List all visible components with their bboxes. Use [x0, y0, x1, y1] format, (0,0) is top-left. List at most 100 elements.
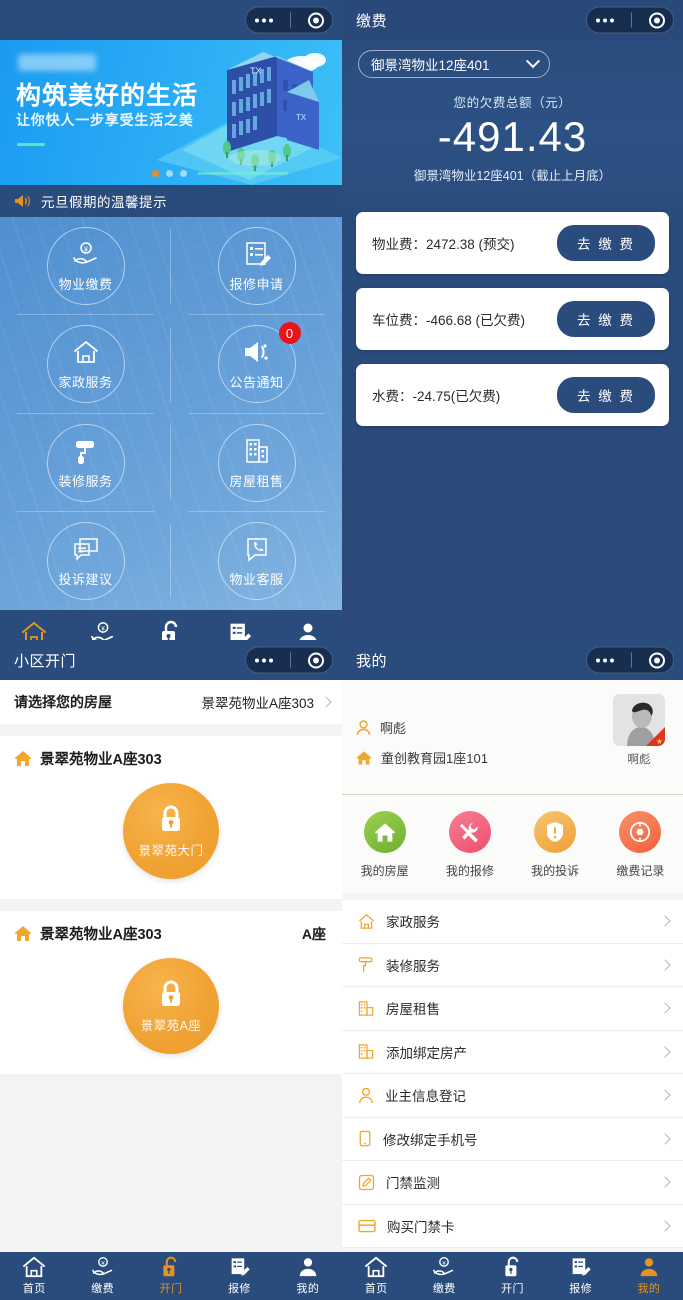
avatar[interactable] [613, 694, 665, 746]
more-dots-icon[interactable] [254, 18, 273, 22]
tab-payment[interactable]: ¥ 缴费 [68, 1256, 136, 1296]
grid-label: 报修申请 [229, 277, 284, 293]
house-select-row[interactable]: 请选择您的房屋 景翠苑物业A座303 [0, 680, 342, 724]
quick-action-my-complaint[interactable]: 我的投诉 [513, 811, 598, 879]
avatar-block[interactable]: 啊彪 [613, 694, 665, 767]
menu-item-goumai-menjinka[interactable]: 购买门禁卡 [342, 1205, 683, 1248]
carousel-dot-1[interactable] [152, 170, 159, 177]
notice-bar[interactable]: 元旦假期的温馨提示 [0, 185, 342, 217]
open-door-button[interactable]: 景翠苑A座 [123, 958, 219, 1054]
tab-label: 开门 [501, 1283, 524, 1295]
tab-home[interactable]: 首页 [342, 1256, 410, 1296]
miniprogram-capsule[interactable] [586, 6, 674, 34]
tab-open-door[interactable]: 开门 [478, 1256, 546, 1296]
menu-item-yezhu-xinxi-dengji[interactable]: 业主信息登记 [342, 1074, 683, 1118]
building-icon [358, 1044, 374, 1059]
door-house-wrap: 景翠苑物业A座303 [14, 923, 162, 944]
payment-title: 缴费 [356, 12, 388, 30]
grid-item-tousu-jianyi[interactable]: 投诉建议 [0, 512, 171, 610]
menu-item-tianjia-bangding-fangchan[interactable]: 添加绑定房产 [342, 1031, 683, 1074]
tab-open-door[interactable]: 开门 [137, 1256, 205, 1296]
miniprogram-capsule[interactable] [245, 6, 333, 34]
grid-item-baoxiu-shenqing[interactable]: 报修申请 [171, 217, 342, 316]
panel-profile: 我的 啊彪 童创教育园1座101 ★ 啊彪 我的房屋 我的报修 我的投诉 缴费记… [342, 640, 683, 1300]
door-tabbar: 首页 ¥ 缴费 开门 报修 我的 [0, 1252, 342, 1300]
banner-rule [17, 143, 45, 146]
person-icon [640, 1258, 658, 1277]
target-icon[interactable] [307, 652, 324, 668]
person-icon [299, 1258, 317, 1277]
grid-circle[interactable]: ¥ 物业缴费 [46, 227, 125, 306]
menu-label: 修改绑定手机号 [383, 1132, 478, 1148]
grid-circle[interactable]: 家政服务 [46, 325, 125, 404]
menu-item-xiugai-bangding-shoujihao[interactable]: 修改绑定手机号 [342, 1118, 683, 1161]
grid-item-wuye-kefu[interactable]: 物业客服 [171, 512, 342, 610]
profile-body: 啊彪 童创教育园1座101 ★ 啊彪 我的房屋 我的报修 我的投诉 缴费记录 家… [342, 680, 683, 1300]
pay-button[interactable]: 去 缴 费 [556, 225, 655, 261]
house-icon [363, 811, 406, 853]
wrench-icon [448, 811, 491, 853]
carousel-dot-3[interactable] [180, 170, 187, 177]
grid-circle[interactable]: 投诉建议 [46, 521, 125, 600]
tab-repair[interactable]: 报修 [547, 1256, 615, 1296]
more-dots-icon[interactable] [254, 658, 273, 662]
quick-action-label: 我的房屋 [360, 864, 409, 878]
target-icon[interactable] [307, 12, 324, 28]
more-dots-icon[interactable] [595, 18, 614, 22]
grid-item-zhuangxiu-fuwu[interactable]: 装修服务 [0, 414, 171, 513]
edit-square-icon [358, 1174, 375, 1190]
menu-item-jiazheng-fuwu[interactable]: 家政服务 [342, 900, 683, 944]
tab-profile[interactable]: 我的 [615, 1256, 683, 1296]
grid-circle[interactable]: 物业客服 [217, 521, 296, 600]
menu-item-zhuangxiu-fuwu[interactable]: 装修服务 [342, 944, 683, 987]
tab-payment[interactable]: ¥ 缴费 [410, 1256, 478, 1296]
phone-icon [243, 534, 271, 564]
grid-item-gonggao-tongzhi[interactable]: 公告通知 0 [171, 315, 342, 414]
pay-button[interactable]: 去 缴 费 [556, 377, 655, 413]
open-door-label: 景翠苑大门 [138, 843, 204, 858]
house-icon [72, 337, 100, 367]
pay-button[interactable]: 去 缴 费 [556, 301, 655, 337]
quick-actions: 我的房屋 我的报修 我的投诉 缴费记录 [342, 795, 683, 893]
door-card: 景翠苑物业A座303 景翠苑大门 [0, 736, 342, 899]
grid-circle[interactable]: 装修服务 [46, 423, 125, 502]
miniprogram-capsule[interactable] [586, 646, 674, 674]
fee-card-list: 物业费：2472.38 (预交) 去 缴 费 车位费：-466.68 (已欠费)… [342, 202, 683, 426]
capsule-divider [630, 12, 632, 28]
tab-profile[interactable]: 我的 [274, 1256, 342, 1296]
banner-logo-blurred [18, 54, 96, 71]
grid-item-wuye-jiaofei[interactable]: ¥ 物业缴费 [0, 217, 171, 316]
quick-action-my-house[interactable]: 我的房屋 [342, 811, 427, 879]
grid-circle[interactable]: 房屋租售 [217, 423, 296, 502]
promo-banner[interactable]: TX TX 构筑美好的生活 让你快人一步享受生活之美 [0, 40, 342, 185]
grid-circle[interactable]: 公告通知 0 [217, 322, 301, 404]
lock-icon [162, 805, 180, 831]
quick-action-my-repair[interactable]: 我的报修 [427, 811, 512, 879]
quick-action-payment-record[interactable]: 缴费记录 [598, 811, 683, 879]
target-icon[interactable] [648, 12, 665, 28]
house-select-value-wrap: 景翠苑物业A座303 [201, 692, 332, 712]
banner-subhead: 让你快人一步享受生活之美 [16, 112, 194, 128]
grid-item-jiazheng-fuwu[interactable]: 家政服务 [0, 315, 171, 414]
house-selector[interactable]: 御景湾物业12座401 [358, 50, 550, 78]
grid-item-fangwu-zushou[interactable]: 房屋租售 [171, 414, 342, 513]
carousel-dot-2[interactable] [166, 170, 173, 177]
fee-card: 物业费：2472.38 (预交) 去 缴 费 [356, 212, 669, 274]
carousel-dots[interactable] [152, 170, 288, 177]
target-icon[interactable] [648, 652, 665, 668]
menu-item-fangwu-zushou[interactable]: 房屋租售 [342, 987, 683, 1031]
profile-header: 啊彪 童创教育园1座101 ★ 啊彪 [342, 680, 683, 795]
grid-circle[interactable]: 报修申请 [217, 227, 296, 306]
miniprogram-capsule[interactable] [245, 646, 333, 674]
svg-text:TX: TX [250, 66, 262, 76]
open-door-button[interactable]: 景翠苑大门 [123, 783, 219, 879]
door-body: 请选择您的房屋 景翠苑物业A座303 景翠苑物业A座303 景翠苑大门 景翠苑物… [0, 680, 342, 1300]
chevron-right-icon [659, 959, 671, 971]
more-dots-icon[interactable] [595, 658, 614, 662]
tab-repair[interactable]: 报修 [205, 1256, 273, 1296]
menu-item-menjin-jiance[interactable]: 门禁监测 [342, 1161, 683, 1205]
menu-label: 门禁监测 [386, 1176, 440, 1192]
profile-titlebar: 我的 [342, 640, 683, 680]
tab-home[interactable]: 首页 [0, 1256, 68, 1296]
unlock-icon [163, 1256, 177, 1277]
